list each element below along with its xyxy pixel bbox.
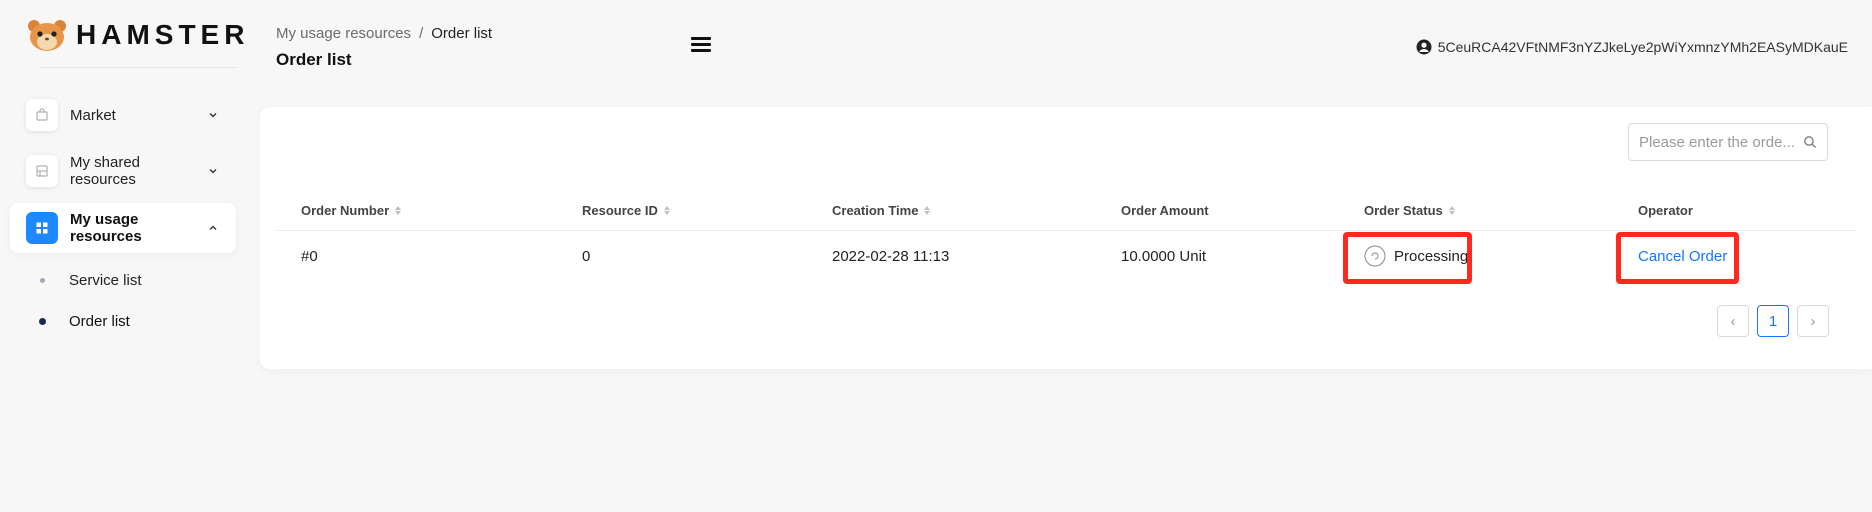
column-header-resource-id[interactable]: Resource ID: [582, 203, 670, 218]
table-header: Order Number Resource ID Creation Time O…: [276, 191, 1856, 231]
sidebar-item-label: My usage resources: [70, 211, 142, 245]
column-header-label: Order Status: [1364, 203, 1443, 218]
table-row: #0 0 2022-02-28 11:13 10.0000 Unit Proce…: [276, 232, 1856, 282]
order-card: Order Number Resource ID Creation Time O…: [260, 107, 1872, 369]
breadcrumb-link[interactable]: My usage resources: [276, 25, 411, 42]
pagination-next-button[interactable]: ›: [1797, 305, 1829, 337]
column-header-order-status[interactable]: Order Status: [1364, 203, 1455, 218]
column-header-label: Order Amount: [1121, 203, 1209, 218]
cell-order-number: #0: [301, 248, 318, 265]
sidebar-subitem-label: Order list: [69, 312, 130, 330]
status-text: Processing: [1394, 247, 1469, 265]
column-header-label: Operator: [1638, 203, 1693, 218]
column-header-label: Order Number: [301, 203, 390, 218]
chevron-down-icon: [209, 169, 217, 174]
column-header-order-number[interactable]: Order Number: [301, 203, 402, 218]
search-box[interactable]: [1628, 123, 1828, 161]
page-title: Order list: [276, 50, 352, 69]
hamburger-bar: [691, 43, 711, 46]
sidebar-item-my-shared-resources[interactable]: My shared resources: [10, 146, 236, 196]
cell-order-status: Processing: [1364, 245, 1468, 267]
hamburger-bar: [691, 37, 711, 40]
sort-icon[interactable]: [1448, 206, 1455, 215]
cell-order-amount: 10.0000 Unit: [1121, 248, 1207, 265]
app-root: HAMSTER Market My shared resources My us…: [0, 0, 1872, 512]
breadcrumb-separator: /: [419, 25, 424, 42]
cell-resource-id: 0: [582, 248, 591, 265]
processing-icon: [1364, 245, 1386, 267]
breadcrumb-current: Order list: [431, 25, 493, 42]
hamburger-bar: [691, 49, 711, 52]
column-header-creation-time[interactable]: Creation Time: [832, 203, 931, 218]
grid-icon: [26, 212, 58, 244]
account-info[interactable]: 5CeuRCA42VFtNMF3nYZJkeLye2pWiYxmnzYMh2EA…: [1416, 39, 1848, 55]
account-address: 5CeuRCA42VFtNMF3nYZJkeLye2pWiYxmnzYMh2EA…: [1437, 39, 1848, 55]
column-header-order-amount: Order Amount: [1121, 203, 1209, 218]
pagination-page-button[interactable]: 1: [1757, 305, 1789, 337]
bullet-icon: [40, 277, 45, 283]
logo[interactable]: HAMSTER: [26, 18, 249, 52]
sidebar-subitem-label: Service list: [69, 271, 142, 289]
pagination-prev-button[interactable]: ‹: [1717, 305, 1749, 337]
sidebar-item-label: Market: [70, 106, 116, 124]
sort-icon[interactable]: [924, 206, 931, 215]
search-icon[interactable]: [1803, 135, 1817, 149]
breadcrumb: My usage resources / Order list: [276, 25, 492, 42]
brand-name: HAMSTER: [76, 19, 250, 50]
server-icon: [26, 155, 58, 187]
sidebar-item-market[interactable]: Market: [10, 90, 236, 140]
hamster-logo-icon: [28, 20, 66, 51]
column-header-operator: Operator: [1638, 203, 1693, 218]
sort-icon[interactable]: [663, 206, 670, 215]
chevron-down-icon: [209, 113, 217, 118]
sidebar-item-my-usage-resources[interactable]: My usage resources: [10, 203, 236, 253]
bullet-icon: [39, 317, 46, 325]
chevron-up-icon: [209, 225, 217, 230]
sidebar: HAMSTER Market My shared resources My us…: [0, 0, 248, 512]
sidebar-subitem-order-list[interactable]: Order list: [39, 309, 130, 333]
sidebar-subitem-service-list[interactable]: Service list: [40, 268, 142, 292]
column-header-label: Resource ID: [582, 203, 658, 218]
menu-toggle-button[interactable]: [691, 37, 711, 55]
search-input[interactable]: [1639, 133, 1799, 151]
cell-creation-time: 2022-02-28 11:13: [832, 248, 950, 265]
user-circle-icon: [1416, 39, 1432, 55]
cancel-order-link[interactable]: Cancel Order: [1638, 248, 1727, 265]
sidebar-item-label: My shared resources: [70, 154, 141, 188]
sidebar-divider: [40, 67, 236, 68]
sort-icon[interactable]: [395, 206, 402, 215]
column-header-label: Creation Time: [832, 203, 919, 218]
bag-icon: [26, 99, 58, 131]
